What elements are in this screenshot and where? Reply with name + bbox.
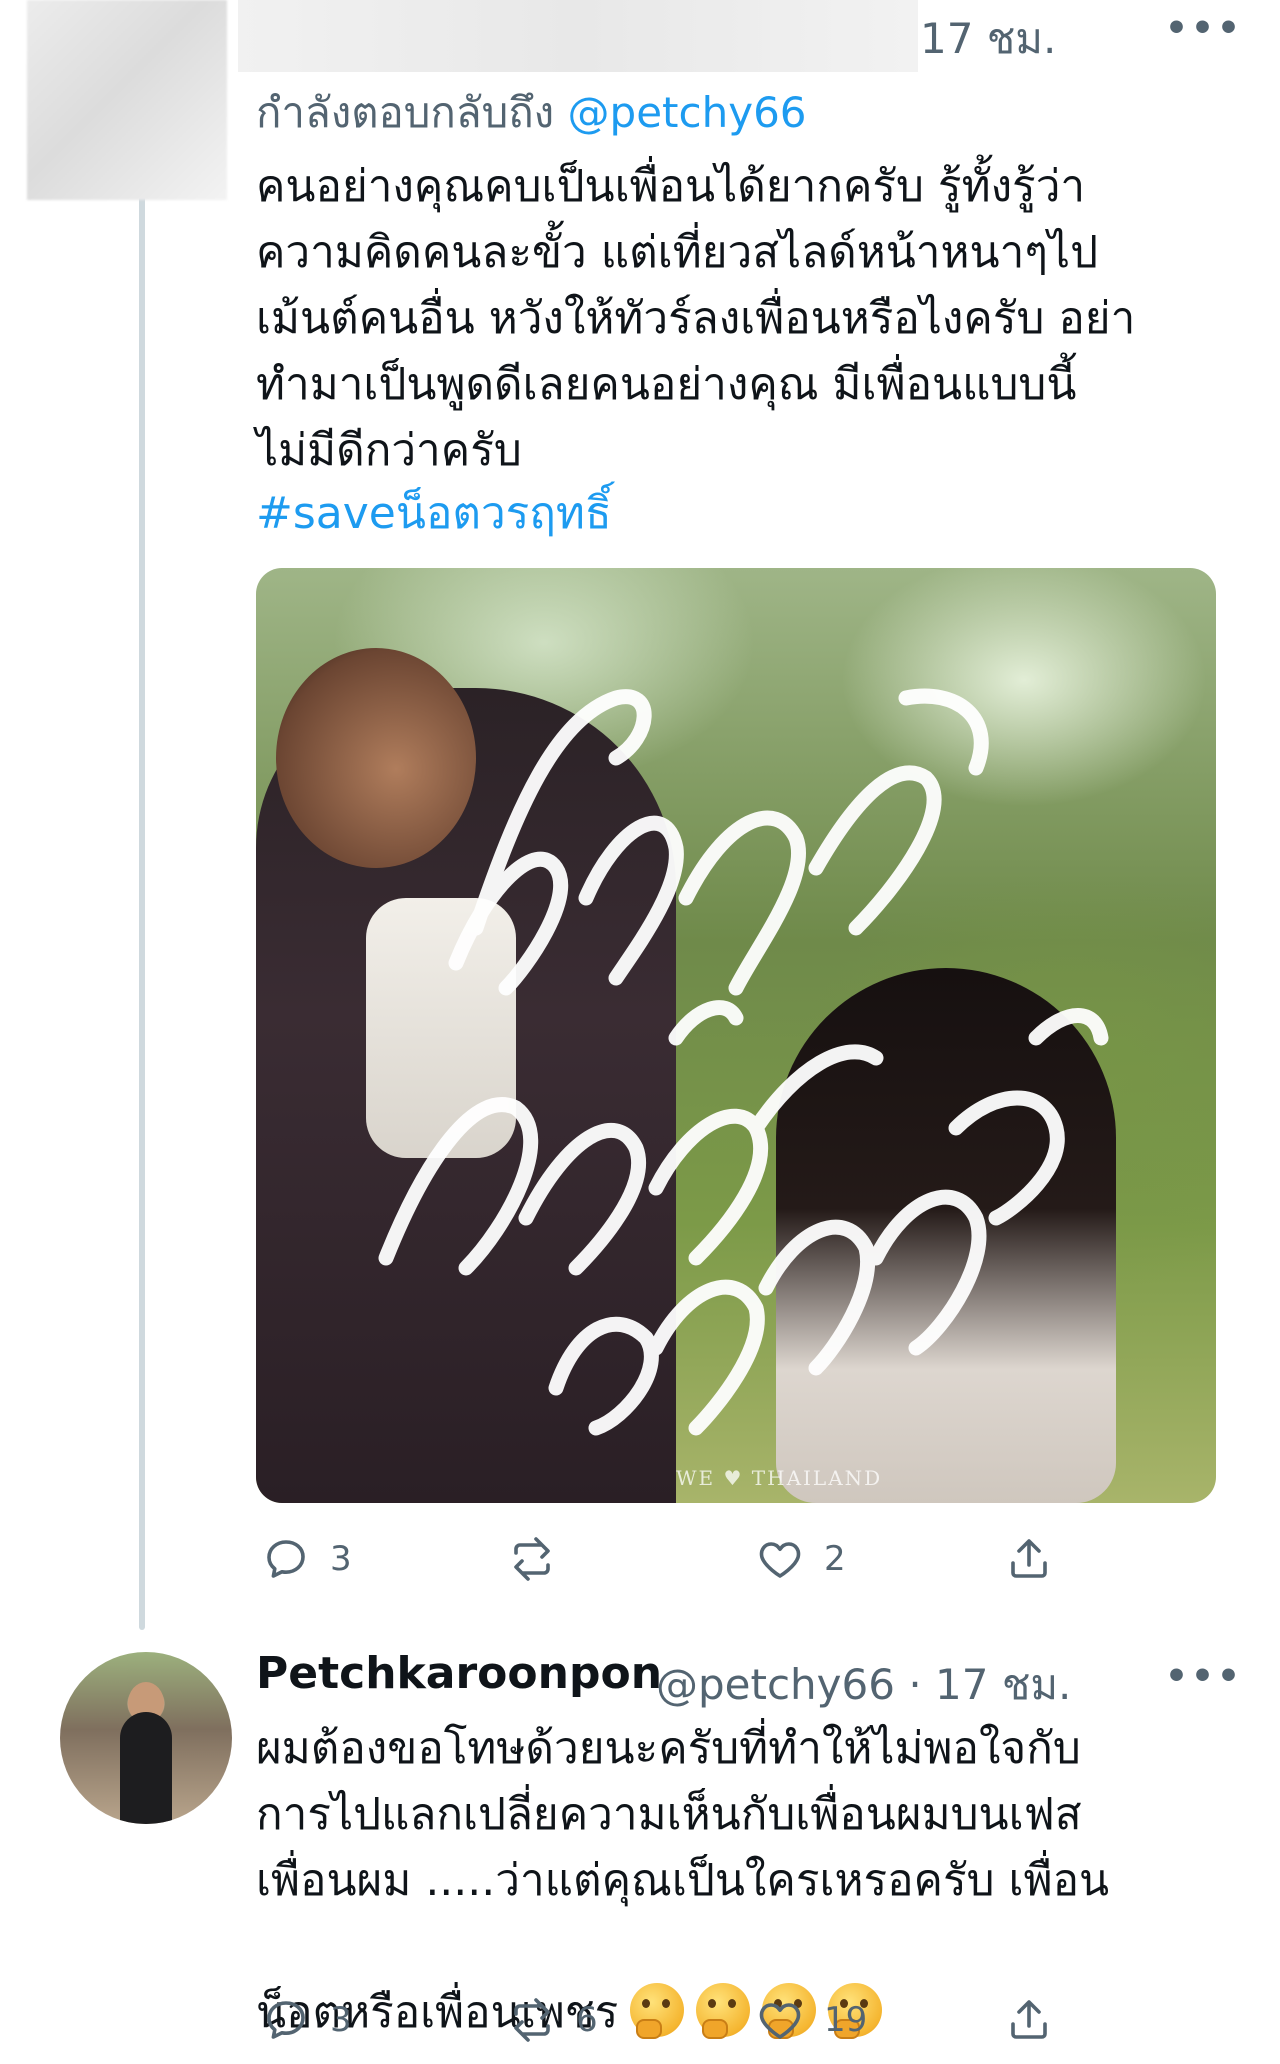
retweet-button[interactable] — [508, 1535, 576, 1583]
share-button[interactable] — [1005, 1535, 1053, 1583]
blurred-username[interactable] — [238, 0, 918, 72]
retweet-button[interactable]: 6 — [508, 1996, 598, 2044]
reply-icon — [267, 1540, 305, 1578]
reply-button[interactable]: 3 — [262, 1996, 352, 2044]
thread-line — [139, 185, 145, 1630]
heart-icon — [759, 1542, 801, 1578]
like-count: 19 — [824, 2000, 868, 2040]
like-count: 2 — [824, 1539, 846, 1579]
tweet-time[interactable]: 17 ชม. — [920, 6, 1056, 72]
reply-count: 3 — [330, 2000, 352, 2040]
hashtag-link[interactable]: #saveน็อตวรฤทธิ์ — [256, 478, 612, 548]
retweet-icon — [514, 1537, 550, 1581]
share-icon — [1011, 1539, 1047, 1578]
reply-button[interactable]: 3 — [262, 1535, 352, 1583]
share-icon — [1011, 2000, 1047, 2039]
more-options-icon[interactable]: ••• — [1165, 11, 1243, 47]
heart-icon — [759, 2003, 801, 2039]
display-name[interactable]: Petchkaroonpon — [256, 1648, 662, 1699]
blurred-avatar[interactable] — [27, 0, 227, 200]
reply-handle-link[interactable]: @petchy66 — [568, 88, 807, 137]
handle-text[interactable]: @petchy66 — [656, 1660, 895, 1709]
avatar[interactable] — [60, 1652, 232, 1824]
image-watermark: WE ♥ THAILAND — [676, 1466, 883, 1490]
avatar-person — [120, 1712, 172, 1824]
like-button[interactable]: 2 — [756, 1535, 846, 1583]
reply-icon — [267, 2001, 305, 2039]
thinking-face-icon — [630, 1983, 685, 2039]
thinking-face-icon — [696, 1983, 751, 2039]
tweet-time[interactable]: · 17 ชม. — [908, 1660, 1071, 1709]
user-handle[interactable]: @petchy66 · 17 ชม. — [656, 1652, 1071, 1718]
share-button[interactable] — [1005, 1996, 1053, 2044]
like-button[interactable]: 19 — [756, 1996, 867, 2044]
retweet-count: 6 — [576, 2000, 598, 2040]
replying-to-label: กำลังตอบกลับถึง — [256, 88, 555, 137]
calligraphy-overlay — [378, 688, 1109, 1436]
more-options-icon[interactable]: ••• — [1165, 1659, 1243, 1695]
tweet-image[interactable]: WE ♥ THAILAND — [256, 568, 1216, 1503]
tweet-text: ผมต้องขอโทษด้วยนะครับที่ทำให้ไม่พอใจกับ … — [256, 1723, 1110, 1906]
tweet-text-last-line: น็อตหรือเพื่อนเพชร — [256, 1914, 1216, 2046]
tweet-text: คนอย่างคุณคบเป็นเพื่อนได้ยากครับ รู้ทั้ง… — [256, 161, 1136, 476]
retweet-icon — [514, 1998, 550, 2042]
reply-count: 3 — [330, 1539, 352, 1579]
replying-to: กำลังตอบกลับถึง @petchy66 — [256, 80, 807, 146]
